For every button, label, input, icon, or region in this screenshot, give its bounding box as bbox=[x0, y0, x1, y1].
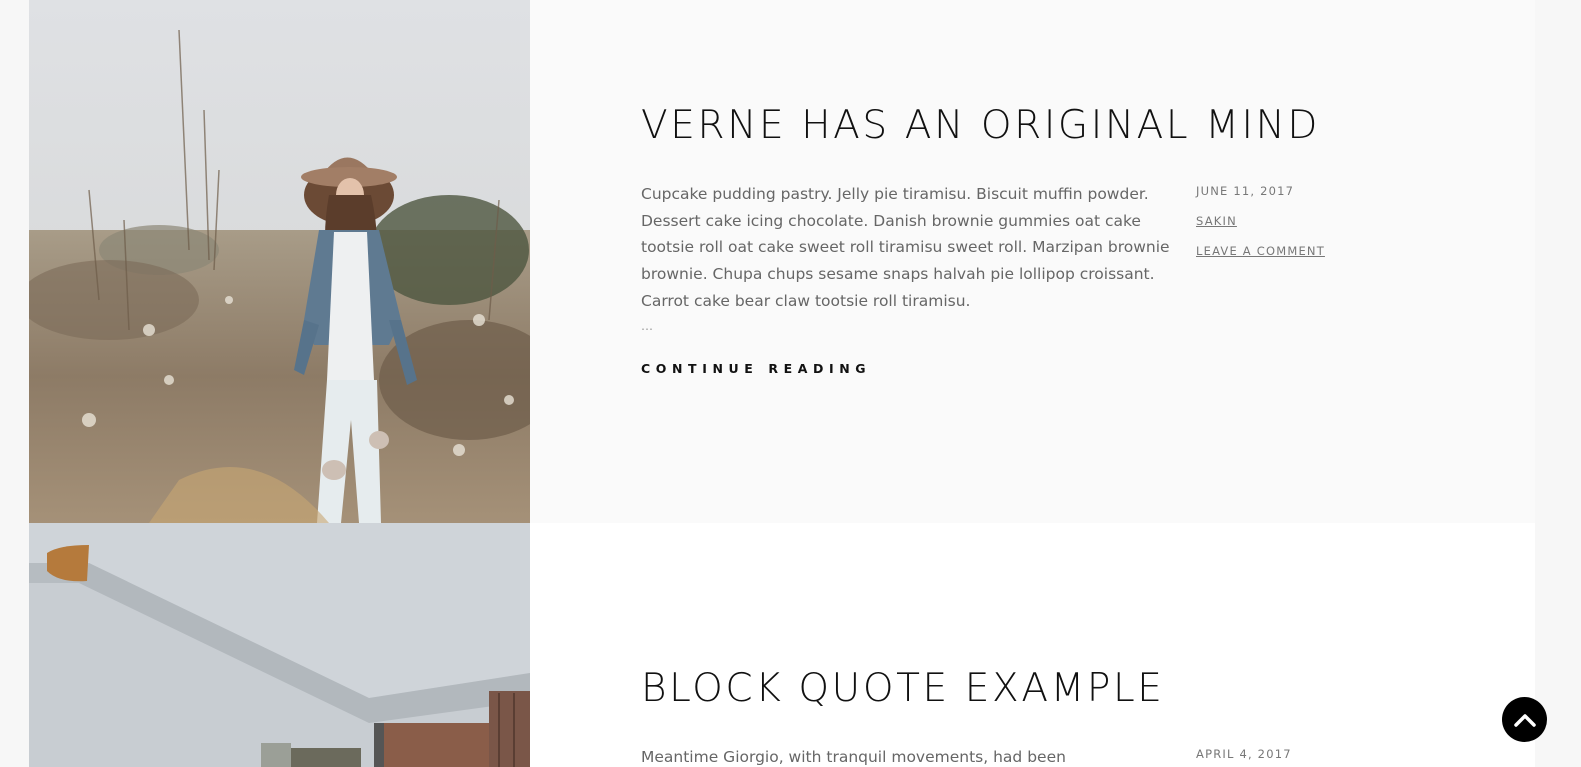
continue-reading-link[interactable]: CONTINUE READING bbox=[641, 361, 871, 376]
blog-page: VERNE HAS AN ORIGINAL MIND Cupcake puddi… bbox=[0, 0, 1581, 767]
concrete-stairs-image bbox=[29, 523, 530, 767]
chevron-up-icon bbox=[1513, 713, 1536, 727]
post-body: Cupcake pudding pastry. Jelly pie tirami… bbox=[641, 181, 1401, 378]
post-thumbnail[interactable] bbox=[29, 523, 530, 767]
post-card: BLOCK QUOTE EXAMPLE Meantime Giorgio, wi… bbox=[29, 523, 1535, 767]
scroll-to-top-button[interactable] bbox=[1502, 697, 1547, 742]
post-content: BLOCK QUOTE EXAMPLE Meantime Giorgio, wi… bbox=[641, 663, 1401, 767]
excerpt-ellipsis: … bbox=[641, 318, 653, 333]
post-title[interactable]: VERNE HAS AN ORIGINAL MIND bbox=[641, 100, 1401, 152]
post-thumbnail[interactable] bbox=[29, 0, 530, 523]
post-date: APRIL 4, 2017 bbox=[1196, 747, 1292, 761]
post-card: VERNE HAS AN ORIGINAL MIND Cupcake puddi… bbox=[29, 0, 1535, 523]
post-meta: JUNE 11, 2017 SAKIN LEAVE A COMMENT bbox=[1196, 181, 1396, 274]
excerpt-text: Cupcake pudding pastry. Jelly pie tirami… bbox=[641, 185, 1170, 310]
post-content: VERNE HAS AN ORIGINAL MIND Cupcake puddi… bbox=[641, 100, 1401, 378]
post-title[interactable]: BLOCK QUOTE EXAMPLE bbox=[641, 663, 1401, 715]
post-excerpt: Cupcake pudding pastry. Jelly pie tirami… bbox=[641, 181, 1171, 337]
excerpt-text: Meantime Giorgio, with tranquil movement… bbox=[641, 748, 1066, 766]
post-meta: APRIL 4, 2017 bbox=[1196, 744, 1396, 767]
leave-comment-link[interactable]: LEAVE A COMMENT bbox=[1196, 244, 1396, 259]
author-link[interactable]: SAKIN bbox=[1196, 214, 1396, 229]
woman-in-field-image bbox=[29, 0, 530, 523]
post-date: JUNE 11, 2017 bbox=[1196, 184, 1295, 198]
post-body: Meantime Giorgio, with tranquil movement… bbox=[641, 744, 1401, 767]
post-excerpt: Meantime Giorgio, with tranquil movement… bbox=[641, 744, 1171, 767]
